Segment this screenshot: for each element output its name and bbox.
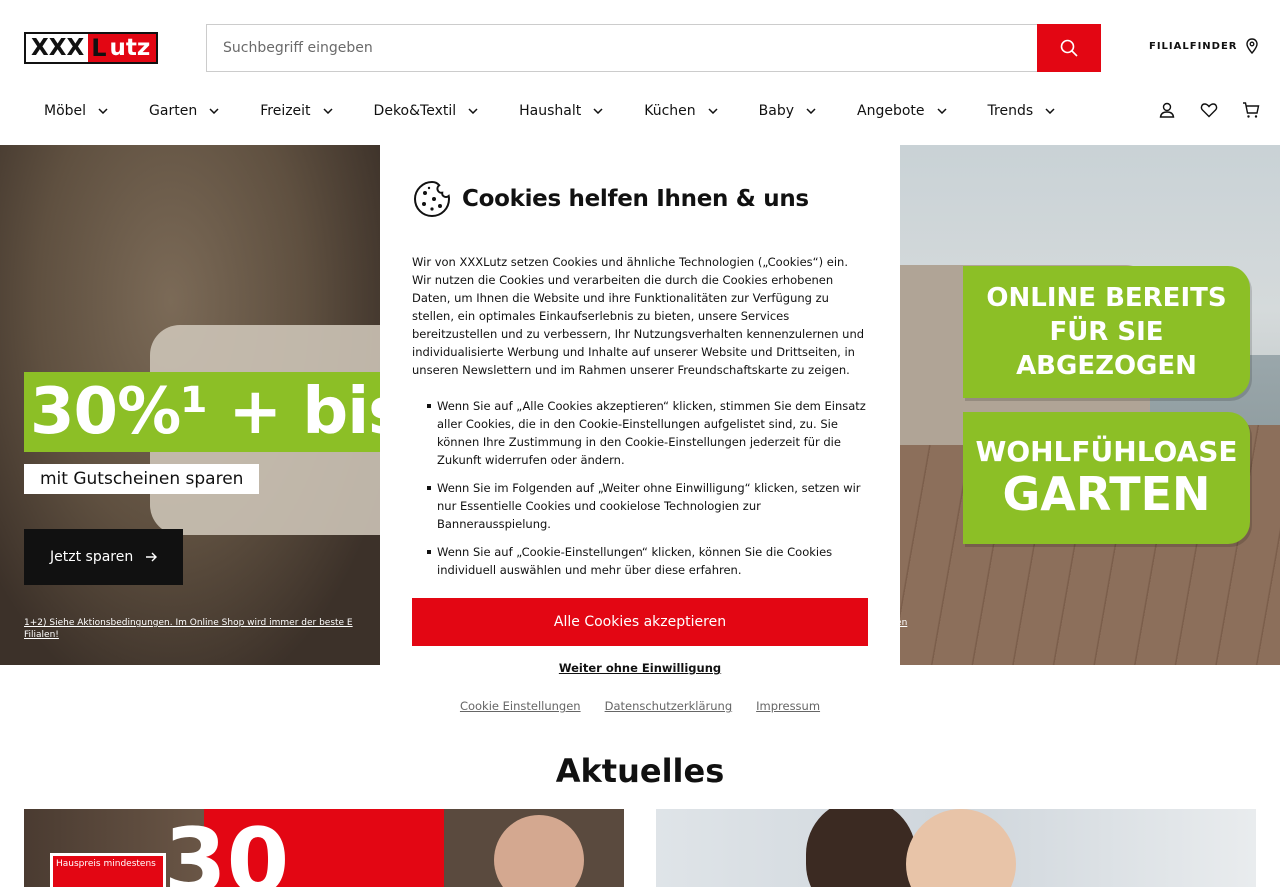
nav-item-label: Küchen xyxy=(644,103,696,119)
chevron-down-icon xyxy=(209,108,219,114)
cookie-icon xyxy=(413,180,451,218)
chevron-down-icon xyxy=(323,108,333,114)
logo-part-utz: utz xyxy=(109,34,156,62)
nav-item-haushalt[interactable]: Haushalt xyxy=(519,98,603,124)
cookie-info-item: Wenn Sie auf „Cookie-Einstellungen“ klic… xyxy=(412,543,868,579)
chevron-down-icon xyxy=(937,108,947,114)
cookie-settings-link[interactable]: Cookie Einstellungen xyxy=(460,699,581,713)
privacy-policy-link[interactable]: Datenschutzerklärung xyxy=(605,699,733,713)
cookie-footer-links: Cookie Einstellungen Datenschutzerklärun… xyxy=(380,699,900,713)
continue-without-consent-link[interactable]: Weiter ohne Einwilligung xyxy=(380,661,900,675)
cookie-info-list: Wenn Sie auf „Alle Cookies akzeptieren“ … xyxy=(412,397,868,589)
search-icon xyxy=(1060,39,1078,57)
search-button[interactable] xyxy=(1037,24,1101,72)
nav-item-label: Freizeit xyxy=(260,103,311,119)
nav-item-moebel[interactable]: Möbel xyxy=(44,98,108,124)
nav-item-label: Haushalt xyxy=(519,103,582,119)
site-header: XXX L utz FILIALFINDER Möbel Garten Frei… xyxy=(0,0,1280,145)
header-actions xyxy=(1158,101,1260,119)
logo-part-l: L xyxy=(88,34,110,62)
cookie-dialog-header: Cookies helfen Ihnen & uns xyxy=(412,179,809,219)
user-icon[interactable] xyxy=(1158,101,1176,119)
main-navigation: Möbel Garten Freizeit Deko&Textil Hausha… xyxy=(24,98,1055,124)
nav-item-label: Baby xyxy=(758,103,795,119)
nav-item-trends[interactable]: Trends xyxy=(988,98,1056,124)
filialfinder-link[interactable]: FILIALFINDER xyxy=(1149,38,1258,54)
nav-item-freizeit[interactable]: Freizeit xyxy=(260,98,333,124)
nav-item-label: Deko&Textil xyxy=(373,103,457,119)
search-bar xyxy=(206,24,1101,72)
nav-item-baby[interactable]: Baby xyxy=(759,98,816,124)
cookie-dialog-title: Cookies helfen Ihnen & uns xyxy=(462,186,809,212)
search-input[interactable] xyxy=(207,25,1037,71)
nav-item-label: Angebote xyxy=(857,103,925,119)
chevron-down-icon xyxy=(593,108,603,114)
nav-item-label: Garten xyxy=(149,103,198,119)
nav-item-label: Trends xyxy=(987,103,1034,119)
cart-icon[interactable] xyxy=(1242,101,1260,119)
chevron-down-icon xyxy=(1045,108,1055,114)
nav-item-garten[interactable]: Garten xyxy=(149,98,219,124)
chevron-down-icon xyxy=(806,108,816,114)
nav-item-angebote[interactable]: Angebote xyxy=(857,98,947,124)
nav-item-kuechen[interactable]: Küchen xyxy=(644,98,718,124)
cookie-intro-text: Wir von XXXLutz setzen Cookies und ähnli… xyxy=(412,255,865,377)
heart-icon[interactable] xyxy=(1200,101,1218,119)
chevron-down-icon xyxy=(98,108,108,114)
cookie-info-item: Wenn Sie im Folgenden auf „Weiter ohne E… xyxy=(412,479,868,533)
chevron-down-icon xyxy=(708,108,718,114)
cookie-info-item: Wenn Sie auf „Alle Cookies akzeptieren“ … xyxy=(412,397,868,469)
filialfinder-label: FILIALFINDER xyxy=(1149,40,1238,52)
cookie-consent-dialog: Cookies helfen Ihnen & uns Wir von XXXLu… xyxy=(380,145,900,744)
nav-item-label: Möbel xyxy=(44,103,87,119)
accept-all-cookies-button[interactable]: Alle Cookies akzeptieren xyxy=(412,598,868,646)
map-pin-icon xyxy=(1245,38,1258,54)
imprint-link[interactable]: Impressum xyxy=(756,699,820,713)
logo-part-xxx: XXX xyxy=(26,34,89,62)
chevron-down-icon xyxy=(468,108,478,114)
nav-item-deko-textil[interactable]: Deko&Textil xyxy=(374,98,479,124)
xxxlutz-logo[interactable]: XXX L utz xyxy=(24,32,158,64)
